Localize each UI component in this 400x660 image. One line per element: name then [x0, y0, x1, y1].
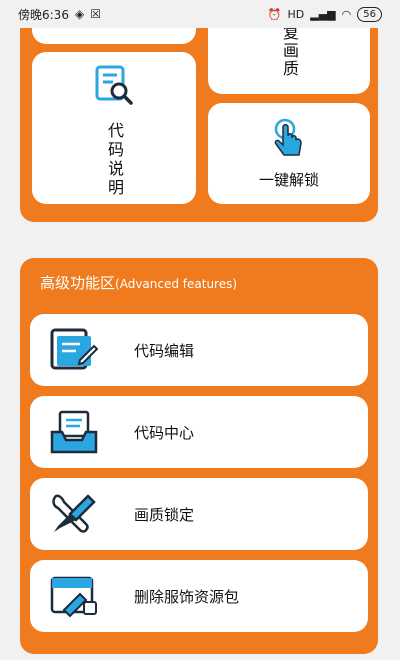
battery-indicator: 56	[357, 6, 382, 22]
alarm-icon: ⏰	[267, 7, 282, 21]
tile-label: 复画质	[280, 24, 299, 78]
status-time: 傍晚6:36	[18, 7, 69, 22]
advanced-features-panel: 高级功能区(Advanced features) 代码编辑 代码中心 画质锁定 …	[20, 258, 378, 654]
code-description-label: 代码说明	[105, 122, 124, 198]
tap-hand-icon	[269, 117, 309, 163]
advanced-title-cn: 高级功能区	[40, 274, 116, 292]
quality-lock-button[interactable]: 画质锁定	[30, 478, 368, 550]
wifi-icon: ◠	[341, 7, 352, 21]
basic-features-panel: 复画质 代码说明 一键解锁	[20, 0, 378, 222]
advanced-features-title: 高级功能区(Advanced features)	[40, 272, 237, 293]
code-edit-label: 代码编辑	[134, 341, 195, 360]
delete-outfit-resources-label: 删除服饰资源包	[134, 587, 240, 606]
one-click-unlock-button[interactable]: 一键解锁	[208, 103, 370, 204]
tools-icon	[46, 490, 102, 538]
signal-icon: ▂▄▆	[310, 7, 336, 21]
document-search-icon	[94, 64, 134, 110]
status-bar: 傍晚6:36 ◈ ☒ ⏰ HD ▂▄▆ ◠ 56	[0, 0, 400, 28]
edit-document-icon	[46, 326, 102, 374]
code-edit-button[interactable]: 代码编辑	[30, 314, 368, 386]
signal-label: HD	[287, 7, 305, 21]
app-notification-icon: ☒	[90, 7, 101, 21]
code-center-button[interactable]: 代码中心	[30, 396, 368, 468]
code-center-label: 代码中心	[134, 423, 195, 442]
one-click-unlock-label: 一键解锁	[258, 171, 319, 189]
clean-image-icon	[46, 572, 102, 620]
code-description-button[interactable]: 代码说明	[32, 52, 196, 204]
location-icon: ◈	[74, 7, 85, 21]
inbox-tray-icon	[46, 408, 102, 456]
quality-lock-label: 画质锁定	[134, 505, 195, 524]
advanced-title-en: (Advanced features)	[115, 277, 238, 291]
delete-outfit-resources-button[interactable]: 删除服饰资源包	[30, 560, 368, 632]
